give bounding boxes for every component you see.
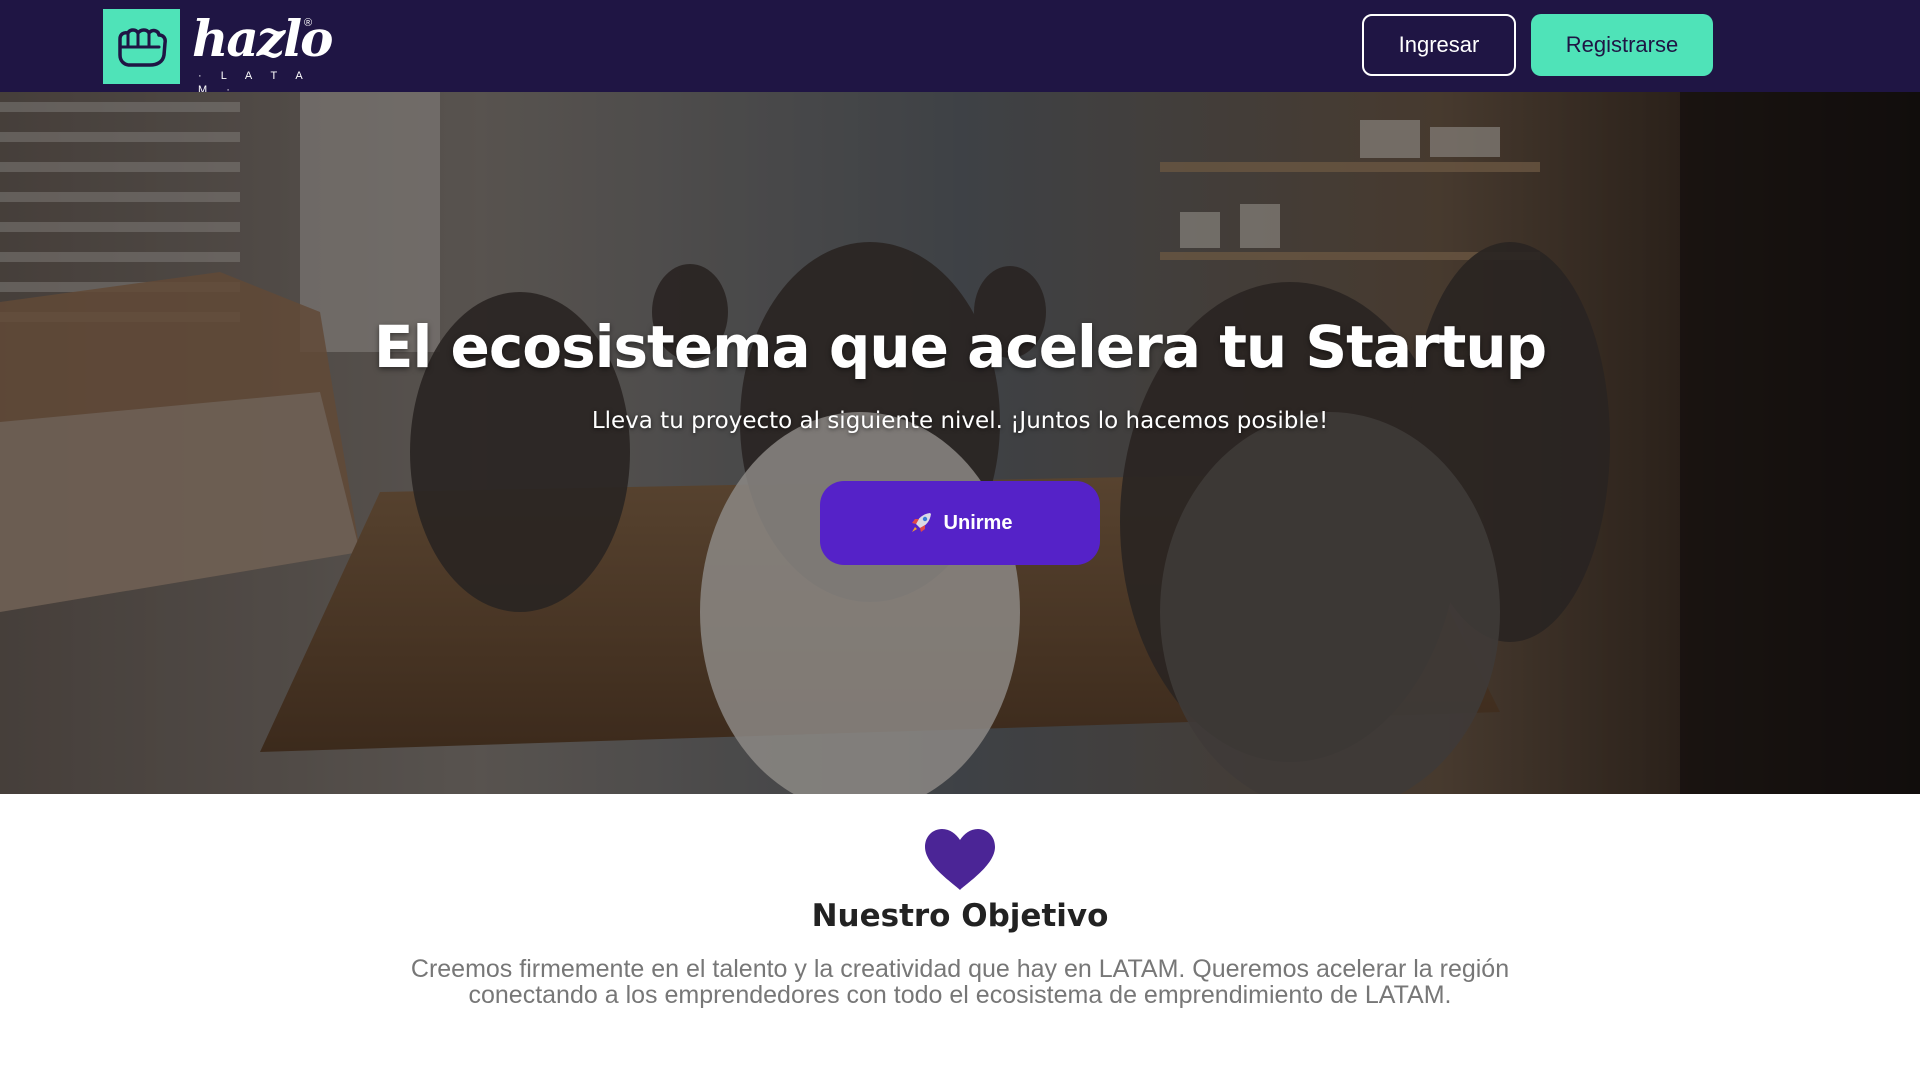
- heart-icon: [925, 829, 995, 890]
- hero-section: El ecosistema que acelera tu Startup Lle…: [0, 92, 1920, 794]
- section-description: Creemos firmemente en el talento y la cr…: [410, 955, 1510, 1009]
- register-button[interactable]: Registrarse: [1531, 14, 1713, 76]
- navbar: hazlo ® · L A T A M · Ingresar Registrar…: [0, 0, 1920, 97]
- login-button[interactable]: Ingresar: [1362, 14, 1516, 76]
- hazlo-latam-logo[interactable]: hazlo ® · L A T A M ·: [103, 9, 333, 97]
- join-button-label: Unirme: [943, 511, 1013, 534]
- hero-overlay: [0, 92, 1920, 794]
- hero-subtitle: Lleva tu proyecto al siguiente nivel. ¡J…: [591, 408, 1329, 434]
- rocket-icon: [911, 513, 931, 532]
- hero-title: El ecosistema que acelera tu Startup: [373, 313, 1547, 381]
- join-button[interactable]: Unirme: [820, 481, 1100, 565]
- section-title: Nuestro Objetivo: [811, 898, 1109, 934]
- fist-icon: [103, 9, 180, 84]
- registered-mark: ®: [304, 17, 313, 29]
- logo-text: hazlo ® · L A T A M ·: [192, 9, 333, 97]
